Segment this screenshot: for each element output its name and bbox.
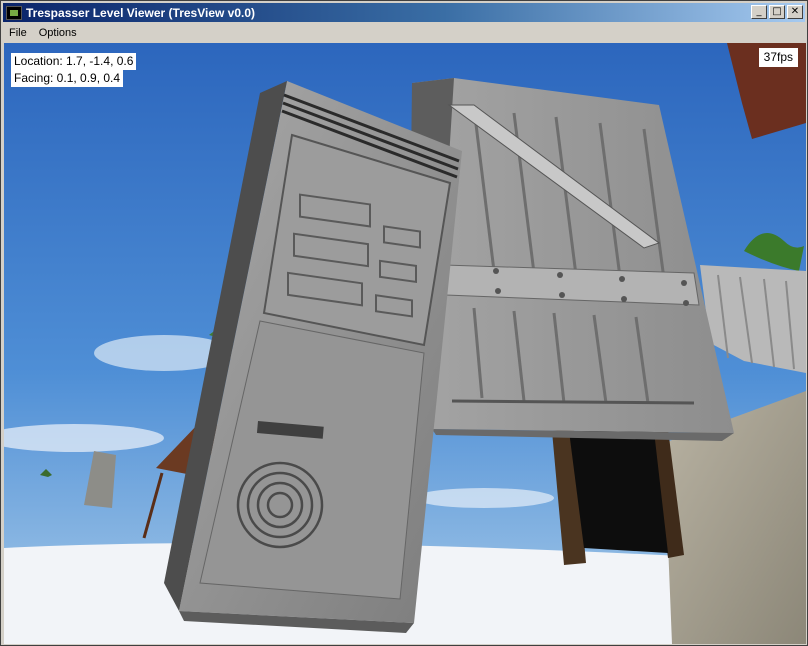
facing-readout: Facing: 0.1, 0.9, 0.4 — [11, 70, 124, 87]
scene-render — [4, 43, 806, 644]
close-button[interactable]: ✕ — [787, 5, 803, 19]
menu-bar: File Options — [3, 23, 805, 43]
window-controls: _ □ ✕ — [749, 5, 803, 19]
window-title: Trespasser Level Viewer (TresView v0.0) — [26, 5, 256, 20]
close-icon: ✕ — [790, 6, 800, 17]
menu-file[interactable]: File — [3, 25, 33, 41]
crate-shadow — [569, 431, 668, 553]
cloud — [414, 488, 554, 508]
maximize-button[interactable]: □ — [769, 5, 785, 19]
fps-counter: 37fps — [758, 48, 798, 67]
title-bar[interactable]: Trespasser Level Viewer (TresView v0.0) … — [3, 3, 805, 22]
location-readout: Location: 1.7, -1.4, 0.6 — [11, 53, 137, 70]
3d-viewport[interactable]: Location: 1.7, -1.4, 0.6 Facing: 0.1, 0.… — [4, 43, 806, 644]
maximize-icon: □ — [772, 6, 782, 17]
app-window: Trespasser Level Viewer (TresView v0.0) … — [0, 0, 808, 646]
app-icon[interactable] — [6, 5, 22, 20]
minimize-icon: _ — [756, 6, 762, 17]
minimize-button[interactable]: _ — [751, 5, 767, 19]
menu-options[interactable]: Options — [33, 25, 83, 41]
